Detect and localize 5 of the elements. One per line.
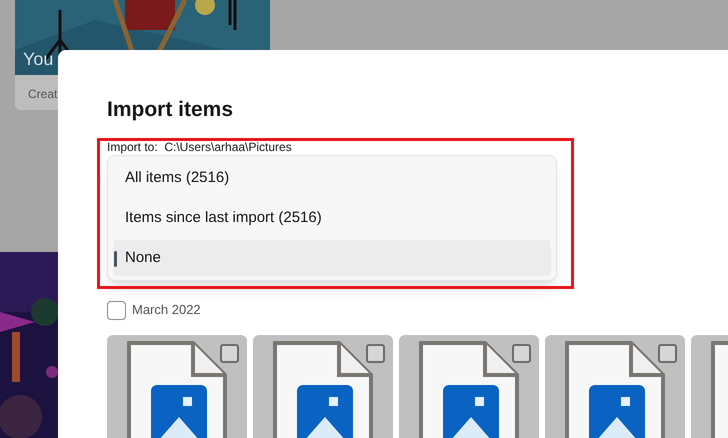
import-path: Import to: C:\Users\arhaa\Pictures	[107, 141, 293, 154]
card-caption: Creat	[28, 86, 58, 103]
dialog-title: Import items	[107, 97, 234, 123]
card-title: You	[23, 48, 54, 71]
group-label: March 2022	[132, 301, 201, 320]
